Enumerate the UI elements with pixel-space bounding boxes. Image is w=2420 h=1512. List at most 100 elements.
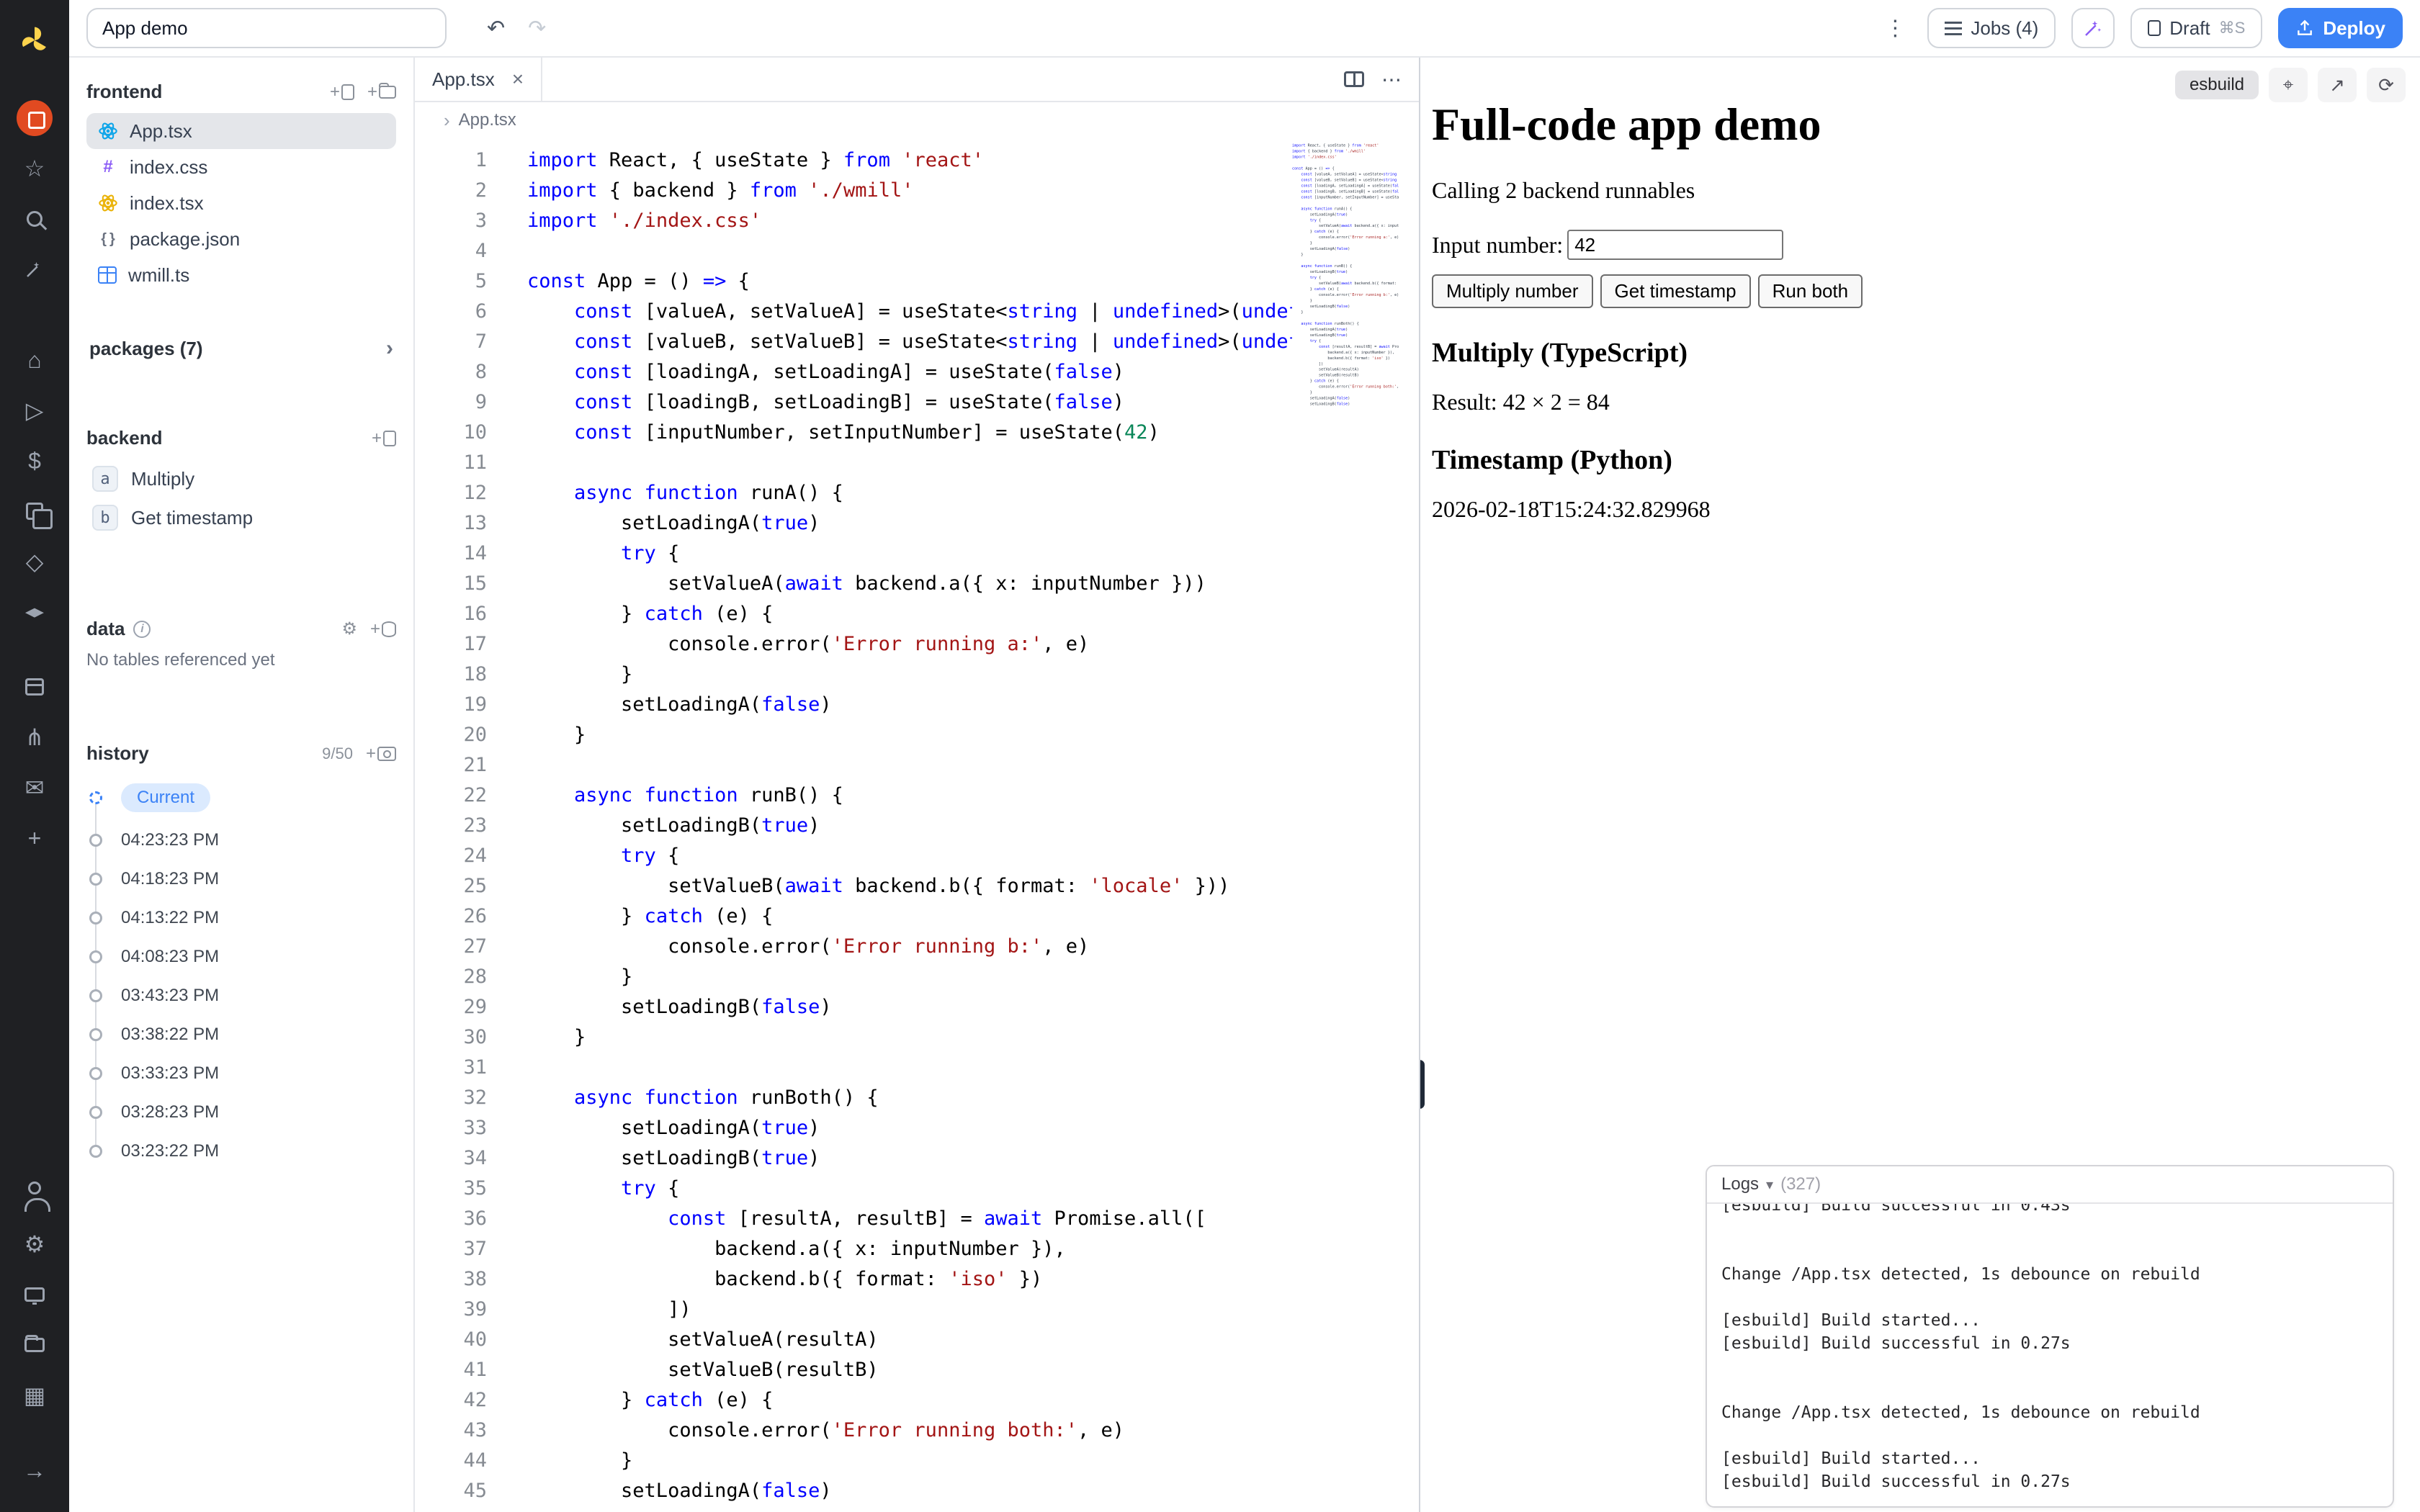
topbar: ↶ ↷ ⋮ Jobs (4) Draft ⌘S Deploy xyxy=(69,0,2420,58)
diamond-icon[interactable]: ◇ xyxy=(10,540,59,583)
add-table-icon[interactable]: + xyxy=(370,619,396,639)
code-line xyxy=(527,1053,1358,1083)
code-line: setLoadingB(false) xyxy=(527,992,1358,1022)
ai-wand-icon xyxy=(2082,17,2104,39)
multiply-number-button[interactable]: Multiply number xyxy=(1432,274,1593,308)
mail-icon[interactable]: ✉ xyxy=(10,766,59,809)
deploy-button[interactable]: Deploy xyxy=(2278,8,2403,48)
screen-icon[interactable] xyxy=(10,1273,59,1316)
app-name-input[interactable] xyxy=(86,8,447,48)
tab-label: App.tsx xyxy=(432,68,495,91)
user-icon[interactable] xyxy=(10,1172,59,1215)
file-item-app-tsx[interactable]: App.tsx xyxy=(86,113,396,149)
draft-button[interactable]: Draft ⌘S xyxy=(2130,8,2262,48)
number-input[interactable] xyxy=(1567,230,1783,260)
history-entry[interactable]: 03:38:22 PM xyxy=(121,1015,396,1054)
search-icon[interactable] xyxy=(10,197,59,240)
file-item-index-css[interactable]: #index.css xyxy=(86,149,396,185)
minimap[interactable]: import React, { useState } from 'react'i… xyxy=(1292,143,1399,431)
backend-title: backend xyxy=(86,427,163,449)
code-line: } xyxy=(527,1446,1358,1476)
history-entry[interactable]: 03:33:23 PM xyxy=(121,1054,396,1093)
history-entry[interactable]: 04:18:23 PM xyxy=(121,860,396,899)
run-both-button[interactable]: Run both xyxy=(1758,274,1863,308)
history-entry[interactable]: 04:13:22 PM xyxy=(121,899,396,937)
add-icon[interactable]: + xyxy=(10,816,59,860)
code-line: const [valueB, setValueB] = useState<str… xyxy=(527,327,1358,357)
file-item-wmill-ts[interactable]: wmill.ts xyxy=(86,257,396,293)
code-area[interactable]: 1234567891011121314151617181920212223242… xyxy=(415,138,1419,1512)
windmill-logo[interactable] xyxy=(10,19,59,62)
home-icon[interactable]: ⌂ xyxy=(10,338,59,382)
tab-app-tsx[interactable]: App.tsx × xyxy=(415,58,542,101)
history-node-icon xyxy=(89,1106,102,1119)
add-runnable-icon[interactable]: + xyxy=(372,428,396,449)
code-line: setLoadingA(true) xyxy=(527,508,1358,539)
runnable-b[interactable]: bGet timestamp xyxy=(86,498,396,537)
apps-grid-icon[interactable]: ▦ xyxy=(10,1374,59,1417)
get-timestamp-button[interactable]: Get timestamp xyxy=(1600,274,1751,308)
info-icon[interactable]: i xyxy=(133,621,151,638)
workspace-icon[interactable] xyxy=(10,96,59,140)
chevron-down-icon[interactable]: ▾ xyxy=(1766,1176,1773,1194)
inspect-icon[interactable]: ⌖ xyxy=(2269,68,2308,102)
history-node-icon xyxy=(89,1145,102,1158)
collapse-arrow-icon[interactable]: → xyxy=(10,1449,59,1492)
code-editor: App.tsx × ⋯ › App.tsx 123456789101112131… xyxy=(415,58,1419,1512)
magic-wand-icon[interactable] xyxy=(10,248,59,291)
undo-button[interactable]: ↶ xyxy=(481,13,511,44)
editor-more-icon[interactable]: ⋯ xyxy=(1381,68,1402,91)
code-line: async function runBoth() { xyxy=(527,1083,1358,1113)
kebab-menu-icon[interactable]: ⋮ xyxy=(1878,13,1912,44)
file-name: index.css xyxy=(130,156,207,179)
snapshot-icon[interactable]: + xyxy=(366,744,396,764)
file-item-package-json[interactable]: { }package.json xyxy=(86,221,396,257)
logs-title[interactable]: Logs xyxy=(1721,1174,1759,1194)
history-entry[interactable]: 04:08:23 PM xyxy=(121,937,396,976)
calendar-icon[interactable] xyxy=(10,665,59,708)
code-line: backend.a({ x: inputNumber }), xyxy=(527,1234,1358,1264)
branch-icon[interactable]: ⋔ xyxy=(10,716,59,759)
dollar-icon[interactable]: $ xyxy=(10,439,59,482)
history-entry[interactable]: 03:28:23 PM xyxy=(121,1093,396,1132)
refresh-icon[interactable]: ⟳ xyxy=(2367,68,2406,102)
cap-icon[interactable]: ◆ xyxy=(10,590,59,634)
redo-button[interactable]: ↷ xyxy=(522,13,552,44)
split-editor-icon[interactable] xyxy=(1344,71,1364,87)
add-folder-icon[interactable]: + xyxy=(367,82,396,102)
file-item-index-tsx[interactable]: index.tsx xyxy=(86,185,396,221)
packages-toggle[interactable]: packages (7) › xyxy=(86,336,396,361)
data-settings-icon[interactable]: ⚙ xyxy=(341,618,357,639)
editor-gutter: 1234567891011121314151617181920212223242… xyxy=(415,145,487,1512)
editor-tabbar: App.tsx × ⋯ xyxy=(415,58,1419,102)
chevron-right-icon: › xyxy=(386,336,393,361)
history-count: 9/50 xyxy=(322,744,353,763)
close-tab-icon[interactable]: × xyxy=(512,68,524,91)
history-current[interactable]: Current xyxy=(121,779,396,816)
code-line: const [valueA, setValueA] = useState<str… xyxy=(527,297,1358,327)
data-section-header: data i ⚙ + xyxy=(86,618,396,640)
preview-subtitle: Calling 2 backend runnables xyxy=(1432,177,2408,204)
run-icon[interactable]: ▷ xyxy=(10,389,59,432)
history-time: 03:33:23 PM xyxy=(121,1063,219,1084)
panel-resize-handle[interactable] xyxy=(1419,1060,1425,1109)
history-entry[interactable]: 03:43:23 PM xyxy=(121,976,396,1015)
code-line: } catch (e) { xyxy=(527,901,1358,932)
add-file-icon[interactable]: + xyxy=(330,82,354,102)
ai-wand-button[interactable] xyxy=(2071,8,2115,48)
code-line: try { xyxy=(527,841,1358,871)
editor-tab-actions: ⋯ xyxy=(1344,58,1419,101)
runnable-name: Get timestamp xyxy=(131,507,253,529)
open-external-icon[interactable]: ↗ xyxy=(2318,68,2357,102)
runnable-a[interactable]: aMultiply xyxy=(86,459,396,498)
jobs-button[interactable]: Jobs (4) xyxy=(1927,8,2056,48)
settings-gear-icon[interactable]: ⚙ xyxy=(10,1223,59,1266)
folder-icon[interactable] xyxy=(10,1323,59,1367)
history-entry[interactable]: 03:23:22 PM xyxy=(121,1132,396,1171)
history-entry[interactable]: 04:23:23 PM xyxy=(121,821,396,860)
logs-body[interactable]: [esbuild] Build successful in 0.43s Chan… xyxy=(1707,1204,2393,1506)
star-icon[interactable]: ☆ xyxy=(10,147,59,190)
editor-code[interactable]: import React, { useState } from 'react'i… xyxy=(487,145,1358,1512)
layers-icon[interactable] xyxy=(10,490,59,533)
breadcrumb[interactable]: › App.tsx xyxy=(415,102,1419,138)
